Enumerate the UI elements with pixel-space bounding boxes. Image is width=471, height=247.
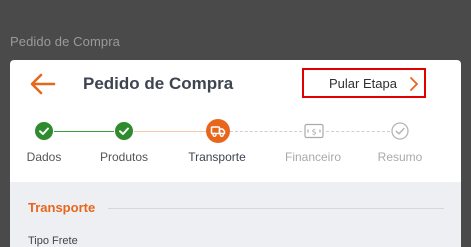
step-connector	[230, 131, 302, 132]
check-icon	[35, 122, 53, 140]
skip-step-label: Pular Etapa	[329, 76, 397, 91]
progress-stepper: Dados Produtos Transporte $ Financeiro R…	[10, 112, 461, 172]
check-circle-icon	[391, 122, 409, 140]
skip-step-button[interactable]: Pular Etapa	[302, 68, 426, 98]
transport-section: Transporte Tipo Frete	[10, 182, 461, 247]
step-label-transporte: Transporte	[188, 150, 246, 164]
page-header: Pedido de Compra Pular Etapa	[10, 60, 461, 112]
purchase-order-card: Pedido de Compra Pular Etapa Dados Produ…	[10, 60, 461, 247]
step-connector	[134, 131, 206, 132]
truck-icon	[206, 119, 230, 143]
freight-type-label: Tipo Frete	[28, 235, 78, 247]
step-produtos[interactable]	[115, 122, 133, 145]
svg-text:$: $	[311, 128, 316, 137]
step-connector	[326, 131, 390, 132]
back-button[interactable]	[28, 70, 58, 98]
window-title: Pedido de Compra	[10, 34, 120, 49]
section-divider	[108, 208, 444, 209]
section-title: Transporte	[28, 200, 96, 215]
step-label-resumo: Resumo	[377, 150, 423, 164]
step-label-produtos: Produtos	[99, 150, 149, 164]
step-label-dados: Dados	[26, 150, 62, 164]
check-icon	[115, 122, 133, 140]
step-transporte[interactable]	[206, 119, 230, 148]
step-label-financeiro: Financeiro	[284, 150, 342, 164]
page-title: Pedido de Compra	[83, 74, 234, 93]
money-icon: $	[304, 123, 324, 139]
step-dados[interactable]	[35, 122, 53, 145]
step-financeiro[interactable]: $	[304, 123, 324, 144]
step-connector	[54, 131, 114, 132]
step-resumo[interactable]	[391, 122, 409, 145]
arrow-left-icon	[30, 73, 56, 95]
chevron-right-icon	[410, 77, 418, 91]
